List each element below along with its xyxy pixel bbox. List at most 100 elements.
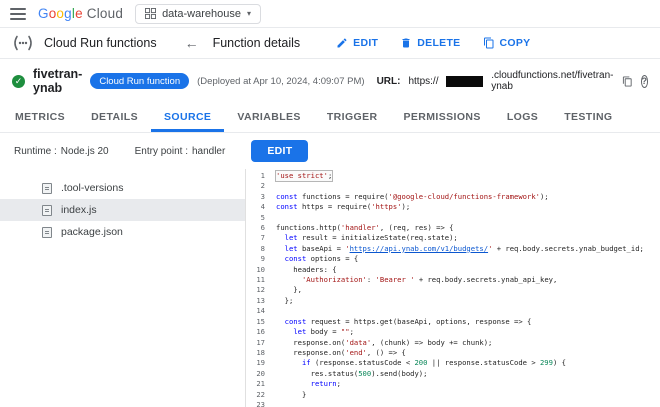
code-line-21: 21 return;	[246, 379, 660, 389]
project-selector[interactable]: data-warehouse ▾	[135, 3, 261, 24]
code-line-12: 12 },	[246, 285, 660, 295]
line-number: 19	[256, 358, 265, 368]
edit-source-button[interactable]: EDIT	[251, 140, 309, 162]
line-content: },	[276, 285, 302, 295]
url-suffix: .cloudfunctions.net/fivetran-ynab	[491, 70, 614, 92]
help-icon[interactable]: ?	[640, 74, 648, 88]
line-number: 12	[256, 285, 265, 295]
runtime-info: Runtime : Node.js 20	[14, 146, 109, 157]
delete-label: DELETE	[417, 37, 461, 49]
line-number: 10	[256, 264, 265, 274]
tabs: METRICS DETAILS SOURCE VARIABLES TRIGGER PERM…	[0, 103, 660, 133]
top-app-bar: Google Cloud data-warehouse ▾	[0, 0, 660, 28]
file-item-package.json[interactable]: package.json	[0, 221, 245, 243]
code-line-8: 8 let baseApi = 'https://api.ynab.com/v1…	[246, 244, 660, 254]
chevron-down-icon: ▾	[246, 9, 251, 18]
line-number: 16	[256, 327, 265, 337]
source-viewer: .tool-versions index.js package.json 1 'use…	[0, 169, 660, 407]
tab-variables[interactable]: VARIABLES	[224, 103, 314, 132]
tab-testing[interactable]: TESTING	[551, 103, 625, 132]
line-number: 11	[256, 275, 265, 285]
line-content: headers: {	[276, 264, 337, 274]
tab-metrics[interactable]: METRICS	[2, 103, 78, 132]
line-number: 21	[256, 379, 265, 389]
edit-label: EDIT	[353, 37, 379, 49]
code-line-6: 6 functions.http('handler', (req, res) =>…	[246, 223, 660, 233]
google-logo-letters: Google	[38, 6, 83, 21]
code-editor[interactable]: 1 'use strict'; 2 3 const functions = requir…	[245, 169, 660, 407]
code-line-14: 14	[246, 306, 660, 316]
code-line-23: 23	[246, 400, 660, 407]
line-number: 2	[260, 181, 265, 191]
file-item-index.js[interactable]: index.js	[0, 199, 245, 221]
line-content: }	[276, 389, 307, 399]
line-number: 4	[260, 202, 265, 212]
line-number: 22	[256, 389, 265, 399]
line-number: 15	[256, 316, 265, 326]
edit-function-button[interactable]: EDIT	[336, 37, 378, 49]
url-redaction-bar	[446, 75, 484, 87]
tab-logs[interactable]: LOGS	[494, 103, 551, 132]
code-line-16: 16 let body = "";	[246, 327, 660, 337]
code-line-15: 15 const request = https.get(baseApi, op…	[246, 317, 660, 327]
line-number: 7	[260, 233, 265, 243]
line-content	[276, 213, 660, 223]
file-icon	[42, 204, 52, 216]
code-line-2: 2	[246, 181, 660, 191]
line-number: 18	[256, 347, 265, 357]
tab-permissions[interactable]: PERMISSIONS	[390, 103, 493, 132]
entry-point-info: Entry point : handler	[135, 146, 226, 157]
line-content	[276, 181, 660, 191]
line-number: 14	[256, 306, 265, 316]
line-content: response.on('end', () => {	[276, 347, 406, 357]
line-content	[276, 306, 660, 316]
line-number: 5	[260, 212, 265, 222]
line-content: 'use strict';	[274, 169, 334, 183]
code-line-9: 9 const options = {	[246, 254, 660, 264]
source-toolbar: Runtime : Node.js 20 Entry point : handl…	[0, 133, 660, 169]
line-content: let result = initializeState(req.state);	[284, 233, 458, 243]
menu-icon[interactable]	[10, 7, 26, 20]
tab-trigger[interactable]: TRIGGER	[314, 103, 391, 132]
back-arrow-icon[interactable]: ←	[181, 35, 203, 51]
function-name: fivetran-ynab	[33, 67, 83, 95]
product-header: Cloud Run functions ← Function details E…	[0, 28, 660, 59]
copy-url-icon[interactable]	[622, 75, 633, 87]
code-line-4: 4 const https = require('https');	[246, 202, 660, 212]
function-header: ✓ fivetran-ynab Cloud Run function (Depl…	[0, 59, 660, 103]
code-line-10: 10 headers: {	[246, 265, 660, 275]
file-item-.tool-versions[interactable]: .tool-versions	[0, 177, 245, 199]
code-lines: 1 'use strict'; 2 3 const functions = requir…	[246, 169, 660, 407]
delete-function-button[interactable]: DELETE	[400, 37, 460, 49]
line-number: 8	[260, 243, 265, 253]
line-content: functions.http('handler', (req, res) => …	[276, 223, 454, 233]
code-line-17: 17 response.on('data', (chunk) => body +…	[246, 338, 660, 348]
line-content: 'Authorization': 'Bearer ' + req.body.se…	[301, 275, 558, 285]
line-content: const https = require('https');	[276, 202, 411, 212]
line-number: 9	[260, 254, 265, 264]
line-content: };	[276, 295, 294, 305]
line-number: 13	[256, 295, 265, 305]
tab-source[interactable]: SOURCE	[151, 103, 225, 132]
entry-point-label: Entry point :	[134, 145, 188, 157]
code-line-7: 7 let result = initializeState(req.state…	[246, 233, 660, 243]
status-ok-icon: ✓	[12, 74, 25, 88]
copy-icon	[483, 37, 493, 49]
tab-details[interactable]: DETAILS	[78, 103, 151, 132]
cloud-logo-text: Cloud	[86, 6, 124, 21]
runtime-label: Runtime :	[14, 145, 57, 157]
line-number: 1	[260, 171, 265, 180]
file-icon	[42, 226, 52, 238]
file-name: index.js	[61, 204, 97, 216]
line-content: const functions = require('@google-cloud…	[276, 191, 549, 201]
copy-function-button[interactable]: COPY	[483, 37, 531, 49]
file-name: package.json	[61, 226, 123, 238]
file-tree: .tool-versions index.js package.json	[0, 169, 245, 407]
url-prefix: https://	[408, 75, 439, 87]
copy-label: COPY	[499, 37, 531, 49]
line-content: if (response.statusCode < 200 || respons…	[301, 358, 566, 368]
line-content	[276, 400, 660, 407]
code-line-3: 3 const functions = require('@google-clou…	[246, 192, 660, 202]
code-line-19: 19 if (response.statusCode < 200 || resp…	[246, 358, 660, 368]
google-cloud-logo: Google Cloud	[38, 6, 123, 21]
